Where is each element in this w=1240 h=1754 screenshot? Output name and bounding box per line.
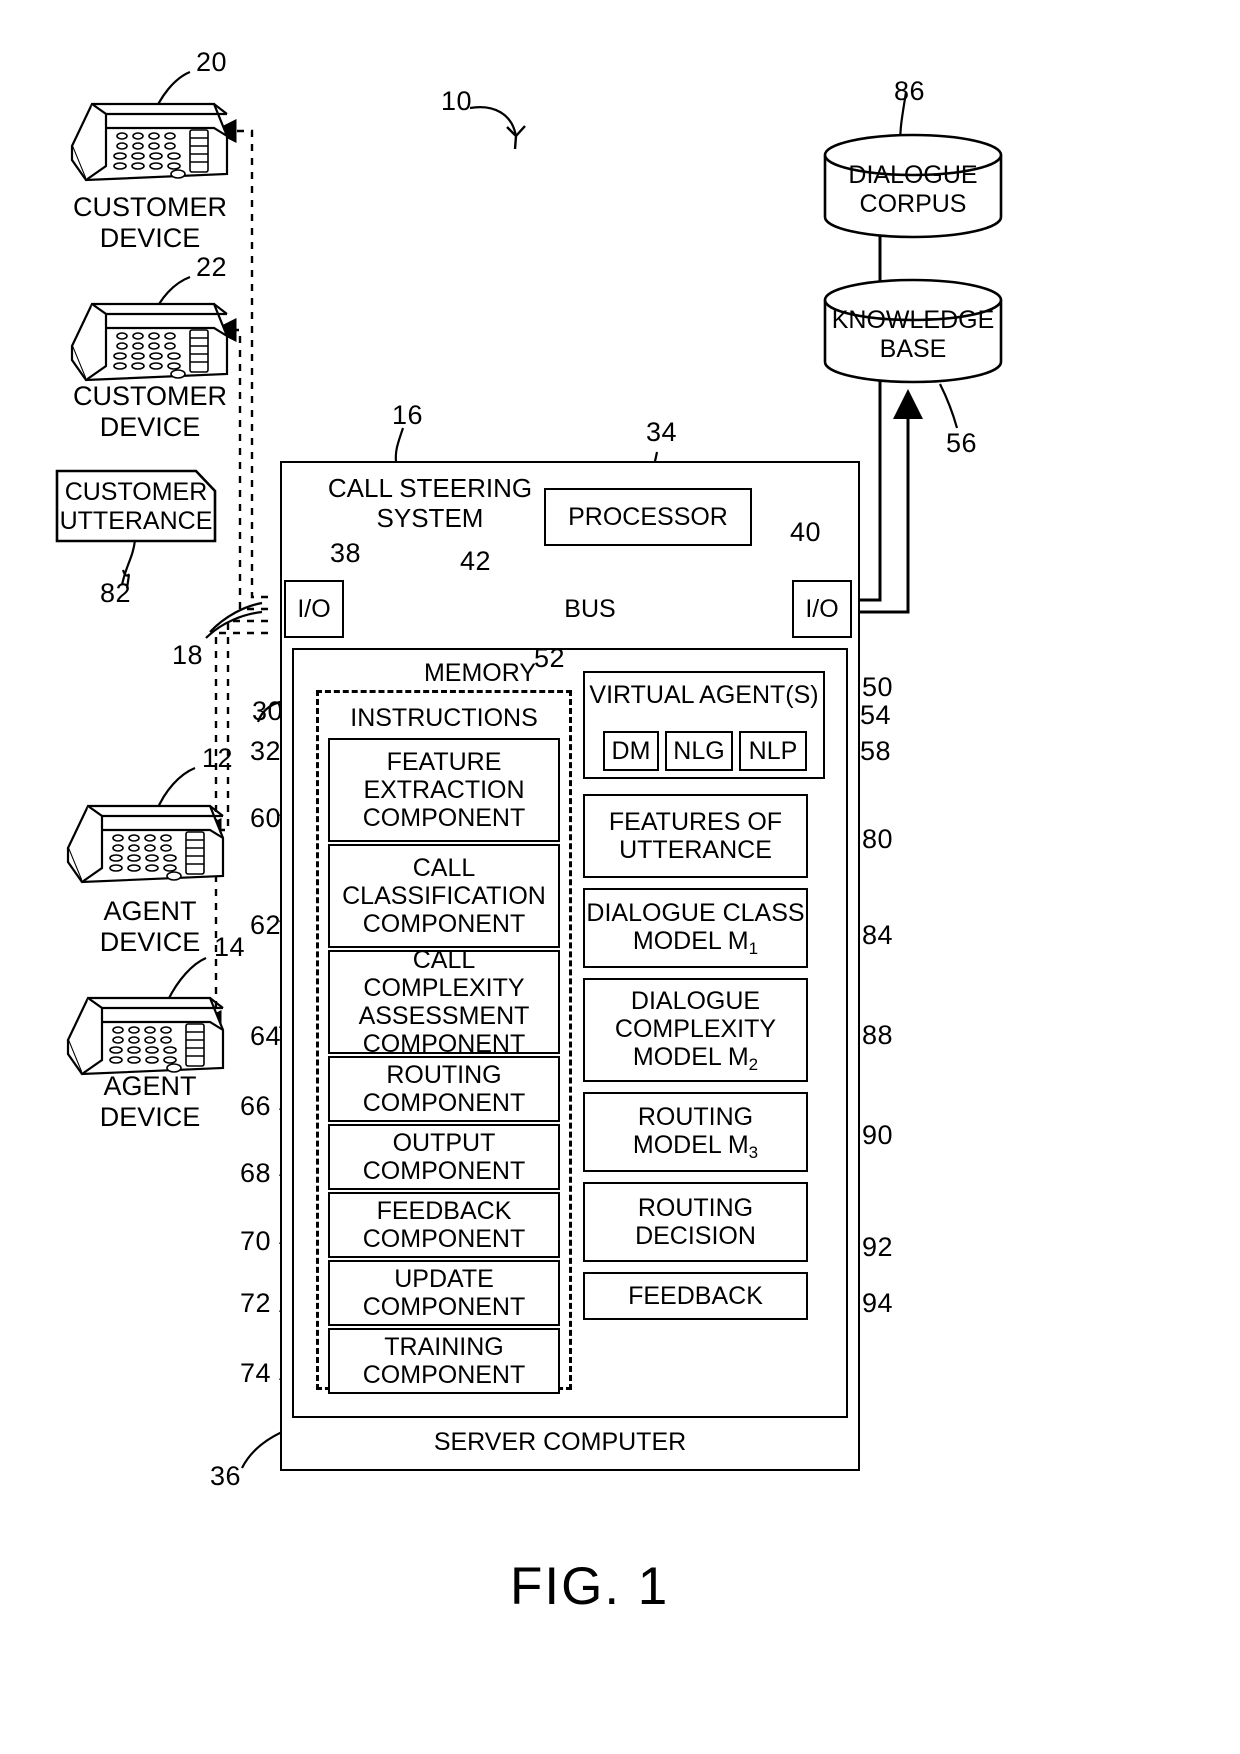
ref-10: 10 bbox=[441, 86, 473, 116]
ref-92: 92 bbox=[862, 1232, 894, 1262]
ref-88: 88 bbox=[862, 1020, 894, 1050]
ref-42: 42 bbox=[460, 546, 492, 576]
data-box: FEATURES OF UTTERANCE bbox=[583, 794, 808, 878]
component-label: ROUTING COMPONENT bbox=[362, 1061, 526, 1117]
ref-22: 22 bbox=[196, 252, 228, 282]
ref-54: 54 bbox=[860, 700, 892, 730]
ref-86: 86 bbox=[894, 76, 926, 106]
data-box-label: DIALOGUE CLASS MODEL M1 bbox=[586, 898, 805, 958]
component-label: FEEDBACK COMPONENT bbox=[362, 1197, 526, 1253]
ref-58: 58 bbox=[860, 736, 892, 766]
data-box-label: FEEDBACK bbox=[628, 1282, 763, 1310]
io-right-box: I/O bbox=[792, 580, 852, 638]
dm-label: DM bbox=[611, 737, 651, 765]
ref-82: 82 bbox=[100, 578, 132, 608]
processor-label: PROCESSOR bbox=[568, 503, 728, 531]
call-steering-system-title: CALL STEERING SYSTEM bbox=[327, 473, 533, 533]
ref-56: 56 bbox=[946, 428, 978, 458]
data-box-label: ROUTING DECISION bbox=[635, 1194, 756, 1250]
customer-device-20-label: CUSTOMER DEVICE bbox=[72, 192, 227, 253]
ref-38: 38 bbox=[330, 538, 362, 568]
data-box: FEEDBACK bbox=[583, 1272, 808, 1320]
ref-68: 68 bbox=[240, 1158, 272, 1188]
knowledge-base-label: KNOWLEDGE BASE bbox=[831, 306, 995, 363]
ref-72: 72 bbox=[240, 1288, 272, 1318]
component-box: ROUTING COMPONENT bbox=[328, 1056, 560, 1122]
processor-box: PROCESSOR bbox=[544, 488, 752, 546]
dialogue-corpus-label: DIALOGUE CORPUS bbox=[848, 161, 978, 218]
io-left-box: I/O bbox=[284, 580, 344, 638]
component-label: CALL COMPLEXITY ASSESSMENT COMPONENT bbox=[358, 946, 530, 1058]
ref-12: 12 bbox=[202, 743, 234, 773]
component-box: TRAINING COMPONENT bbox=[328, 1328, 560, 1394]
customer-device-22-label: CUSTOMER DEVICE bbox=[72, 381, 227, 442]
ref-30: 30 bbox=[252, 696, 284, 726]
ref-50: 50 bbox=[862, 672, 894, 702]
ref-40: 40 bbox=[790, 517, 822, 547]
patent-figure-1: CALL STEERING SYSTEM PROCESSOR I/O I/O B… bbox=[0, 0, 1240, 1754]
virtual-agents-label: VIRTUAL AGENT(S) bbox=[589, 681, 819, 709]
data-box: DIALOGUE COMPLEXITY MODEL M2 bbox=[583, 978, 808, 1082]
ref-16: 16 bbox=[392, 400, 424, 430]
virtual-agent-module-nlp: NLP bbox=[739, 731, 807, 771]
ref-70: 70 bbox=[240, 1226, 272, 1256]
data-box-label: FEATURES OF UTTERANCE bbox=[608, 808, 783, 864]
ref-32: 32 bbox=[250, 736, 282, 766]
agent-device-14-label: AGENT DEVICE bbox=[99, 1071, 201, 1132]
bus-label: BUS bbox=[564, 595, 616, 623]
ref-34: 34 bbox=[646, 417, 678, 447]
data-box: DIALOGUE CLASS MODEL M1 bbox=[583, 888, 808, 968]
ref-80: 80 bbox=[862, 824, 894, 854]
ref-74: 74 bbox=[240, 1358, 272, 1388]
ref-52: 52 bbox=[534, 643, 566, 673]
customer-utterance-label: CUSTOMER UTTERANCE bbox=[59, 478, 213, 535]
ref-60: 60 bbox=[250, 803, 282, 833]
ref-94: 94 bbox=[862, 1288, 894, 1318]
nlg-label: NLG bbox=[673, 737, 725, 765]
io-right-label: I/O bbox=[805, 595, 839, 623]
component-box: FEATURE EXTRACTION COMPONENT bbox=[328, 738, 560, 842]
component-box: CALL COMPLEXITY ASSESSMENT COMPONENT bbox=[328, 946, 560, 1058]
component-box: FEEDBACK COMPONENT bbox=[328, 1192, 560, 1258]
data-box-label: ROUTING MODEL M3 bbox=[632, 1102, 759, 1162]
ref-66: 66 bbox=[240, 1091, 272, 1121]
io-left-label: I/O bbox=[297, 595, 331, 623]
data-box: ROUTING MODEL M3 bbox=[583, 1092, 808, 1172]
component-label: FEATURE EXTRACTION COMPONENT bbox=[362, 748, 526, 832]
ref-90: 90 bbox=[862, 1120, 894, 1150]
data-box-label: DIALOGUE COMPLEXITY MODEL M2 bbox=[614, 986, 777, 1074]
virtual-agent-module-nlg: NLG bbox=[665, 731, 733, 771]
component-box: OUTPUT COMPONENT bbox=[328, 1124, 560, 1190]
ref-20: 20 bbox=[196, 47, 228, 77]
ref-84: 84 bbox=[862, 920, 894, 950]
ref-36: 36 bbox=[210, 1461, 242, 1491]
nlp-label: NLP bbox=[748, 737, 798, 765]
virtual-agent-module-dm: DM bbox=[603, 731, 659, 771]
ref-64: 64 bbox=[250, 1021, 282, 1051]
server-computer-label: SERVER COMPUTER bbox=[433, 1428, 687, 1456]
ref-18: 18 bbox=[172, 640, 204, 670]
data-box: ROUTING DECISION bbox=[583, 1182, 808, 1262]
component-label: UPDATE COMPONENT bbox=[362, 1265, 526, 1321]
instructions-label: INSTRUCTIONS bbox=[350, 704, 538, 732]
figure-caption: FIG. 1 bbox=[510, 1557, 670, 1616]
component-box: CALL CLASSIFICATION COMPONENT bbox=[328, 844, 560, 948]
ref-62: 62 bbox=[250, 910, 282, 940]
component-label: OUTPUT COMPONENT bbox=[362, 1129, 526, 1185]
ref-14: 14 bbox=[214, 932, 246, 962]
component-label: CALL CLASSIFICATION COMPONENT bbox=[342, 854, 546, 938]
component-label: TRAINING COMPONENT bbox=[362, 1333, 526, 1389]
component-box: UPDATE COMPONENT bbox=[328, 1260, 560, 1326]
